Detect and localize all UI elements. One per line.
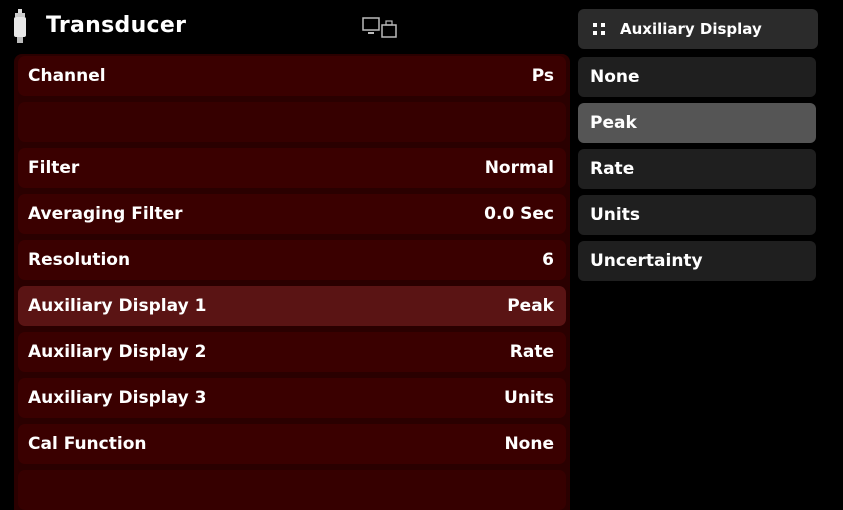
option-rate[interactable]: Rate (578, 149, 816, 189)
setting-row-auxiliary-display-3[interactable]: Auxiliary Display 3 Units (18, 378, 566, 418)
setting-value: 6 (542, 250, 554, 270)
setting-value: Normal (484, 158, 554, 178)
option-peak[interactable]: Peak (578, 103, 816, 143)
setting-value: 0.0 Sec (484, 204, 554, 224)
setting-value: Ps (531, 66, 554, 86)
setting-value: Rate (509, 342, 554, 362)
setting-label: Channel (28, 66, 106, 86)
setting-row-cal-function[interactable]: Cal Function None (18, 424, 566, 464)
grid-menu-icon[interactable] (592, 22, 606, 36)
setting-row-empty (18, 470, 566, 510)
setting-label: Auxiliary Display 3 (28, 388, 207, 408)
option-uncertainty[interactable]: Uncertainty (578, 241, 816, 281)
setting-row-auxiliary-display-2[interactable]: Auxiliary Display 2 Rate (18, 332, 566, 372)
setting-row-resolution[interactable]: Resolution 6 (18, 240, 566, 280)
settings-panel: Channel Ps Filter Normal Averaging Filte… (14, 54, 570, 510)
transducer-icon (14, 9, 26, 43)
setting-label: Resolution (28, 250, 131, 270)
app-header: Transducer (0, 0, 570, 54)
setting-value: Units (504, 388, 554, 408)
setting-label: Cal Function (28, 434, 147, 454)
options-title: Auxiliary Display (620, 20, 762, 38)
setting-row-channel[interactable]: Channel Ps (18, 56, 566, 96)
setting-row-auxiliary-display-1[interactable]: Auxiliary Display 1 Peak (18, 286, 566, 326)
option-units[interactable]: Units (578, 195, 816, 235)
setting-value: Peak (507, 296, 554, 316)
option-none[interactable]: None (578, 57, 816, 97)
setting-label: Averaging Filter (28, 204, 183, 224)
setting-row-averaging-filter[interactable]: Averaging Filter 0.0 Sec (18, 194, 566, 234)
setting-label: Auxiliary Display 1 (28, 296, 207, 316)
setting-label: Auxiliary Display 2 (28, 342, 207, 362)
options-header: Auxiliary Display (578, 9, 818, 49)
remote-monitor-icon[interactable] (362, 17, 398, 39)
setting-row-empty (18, 102, 566, 142)
setting-label: Filter (28, 158, 80, 178)
setting-value: None (504, 434, 554, 454)
page-title: Transducer (46, 13, 187, 38)
setting-row-filter[interactable]: Filter Normal (18, 148, 566, 188)
